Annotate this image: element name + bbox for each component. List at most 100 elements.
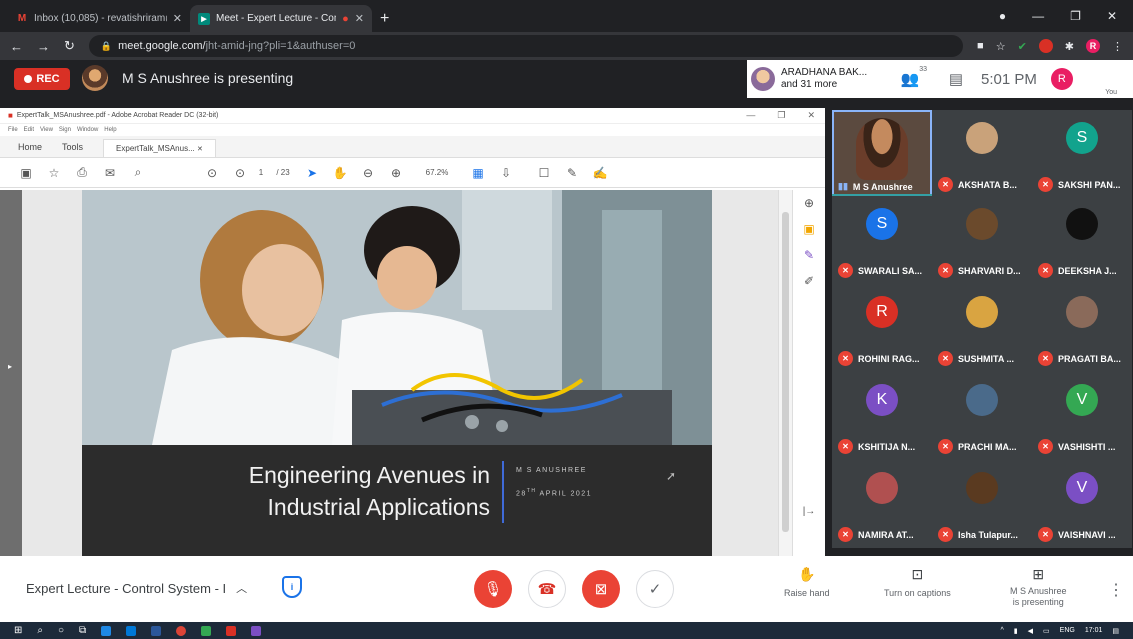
left-panel-toggle[interactable]: ▸ [0,190,22,556]
participant-tile[interactable]: S ✕ SAKSHI PAN... [1032,110,1132,198]
puzzle-icon[interactable]: ✱ [1065,40,1074,53]
notification-icon[interactable]: ▤ [1112,627,1119,635]
profile-dot-icon[interactable]: ● [999,9,1006,23]
tab-gmail[interactable]: M Inbox (10,085) - revatishriram@... ✕ [8,5,190,32]
document-scrollbar[interactable] [778,190,792,556]
participant-tile[interactable]: S ✕ SWARALI SA... [832,196,932,284]
comment-tool-icon[interactable]: ▣ [803,222,814,236]
taskbar-clock[interactable]: 17:01 [1085,627,1103,634]
participant-tile[interactable]: V ✕ VASHISHTI ... [1032,372,1132,460]
scroll-mode-icon[interactable]: ⇩ [492,166,520,180]
tab-meet[interactable]: ▶ Meet - Expert Lecture - Cont... ● ✕ [190,5,372,32]
bookmark-star-icon[interactable]: ☆ [40,166,68,180]
print-icon[interactable]: ⎙ [68,165,96,180]
participant-tile[interactable]: ✕ AKSHATA B... [932,110,1032,198]
self-avatar[interactable]: R [1050,68,1073,90]
minimize-button[interactable]: — [1032,9,1044,23]
menu-help[interactable]: Help [104,127,116,133]
scrollbar-thumb[interactable] [782,212,789,532]
page-up-icon[interactable]: ⊙ [198,166,226,180]
email-icon[interactable]: ✉ [96,166,124,180]
volume-icon[interactable]: ◀ [1028,627,1033,635]
comment-icon[interactable]: ☐ [530,166,558,180]
battery-icon[interactable]: ▭ [1043,627,1050,635]
leave-call-button[interactable]: ☎ [528,570,566,608]
pen-icon[interactable]: ✎ [558,166,586,180]
participant-summary[interactable]: ARADHANA BAK... and 31 more [781,67,873,91]
close-window-button[interactable]: ✕ [807,110,815,121]
app-red-icon[interactable] [226,625,237,636]
participant-tile[interactable]: ✕ Isha Tulapur... [932,460,1032,548]
participant-tile[interactable]: ✕ DEEKSHA J... [1032,196,1132,284]
participant-tile[interactable]: V ✕ VAISHNAVI ... [1032,460,1132,548]
store-icon[interactable] [126,625,137,636]
menu-kebab-icon[interactable]: ⋮ [1112,40,1123,53]
fill-sign-icon[interactable]: ✎ [804,248,814,262]
close-icon[interactable]: ✕ [197,146,203,158]
participant-tile[interactable]: ✕ NAMIRA AT... [832,460,932,548]
create-icon[interactable]: ▣ [12,166,40,180]
windows-start-icon[interactable]: ⊞ [14,625,22,636]
more-options-icon[interactable]: ⋮ [1108,580,1124,600]
menu-view[interactable]: View [40,127,53,133]
captions-button[interactable]: ⊡ Turn on captions [884,566,951,598]
profile-avatar[interactable]: R [1086,39,1100,53]
chevron-up-icon[interactable]: ^ [1001,627,1004,634]
close-icon[interactable]: ✕ [173,12,182,25]
menu-edit[interactable]: Edit [24,127,34,133]
menu-file[interactable]: File [8,127,18,133]
participant-tile[interactable]: ✕ SUSHMITA ... [932,284,1032,372]
maximize-button[interactable]: ❐ [777,110,785,121]
menu-sign[interactable]: Sign [59,127,71,133]
participant-tile[interactable]: R ✕ ROHINI RAG... [832,284,932,372]
zoom-level[interactable]: 67.2% [410,168,464,177]
zoom-out-icon[interactable]: ⊖ [354,166,382,180]
hand-icon[interactable]: ✋ [326,166,354,180]
forward-icon[interactable]: → [37,39,50,54]
reload-icon[interactable]: ↻ [64,38,75,54]
close-window-button[interactable]: ✕ [1107,9,1117,23]
shield-icon[interactable]: i [282,576,302,598]
participant-tile[interactable]: ✕ PRACHI MA... [932,372,1032,460]
tab-document[interactable]: ExpertTalk_MSAnus... ✕ [103,139,216,157]
task-view-icon[interactable]: ⧉ [79,625,86,636]
page-down-icon[interactable]: ⊙ [226,166,254,180]
address-bar[interactable]: 🔒 meet.google.com/jht-amid-jng?pli=1&aut… [88,35,964,57]
cortana-icon[interactable]: ○ [58,625,64,636]
language-indicator[interactable]: ENG [1060,627,1075,634]
select-arrow-icon[interactable]: ➤ [298,166,326,180]
page-current[interactable]: 1 [254,168,268,177]
chrome-icon[interactable] [176,625,187,636]
participant-tile[interactable]: K ✕ KSHITIJA N... [832,372,932,460]
edit-tool-icon[interactable]: ✐ [804,274,814,288]
participant-tile[interactable]: ▮▮ M S Anushree [832,110,932,198]
present-now-button[interactable]: ⊞ M S Anushree is presenting [1010,566,1067,607]
search-icon[interactable]: ⌕ [37,625,43,636]
back-icon[interactable]: ← [10,39,23,54]
camera-off-button[interactable]: ⊠ [582,570,620,608]
check-button[interactable]: ✓ [636,570,674,608]
extension-check-icon[interactable]: ✔ [1018,40,1027,53]
app-purple-icon[interactable] [251,625,262,636]
zoom-tool-icon[interactable]: ⊕ [804,196,814,210]
extension-red-icon[interactable] [1038,39,1053,53]
star-icon[interactable]: ☆ [996,40,1006,53]
close-icon[interactable]: ✕ [355,12,364,25]
chat-button[interactable]: ▤ [941,70,971,88]
tab-home[interactable]: Home [18,142,42,157]
microphone-off-button[interactable]: 🎙 [474,570,512,608]
search-icon[interactable]: ⌕ [124,165,152,180]
fit-page-icon[interactable]: ▦ [464,166,492,180]
sign-icon[interactable]: ✍ [586,166,614,180]
collapse-panel-icon[interactable]: |→ [803,506,816,517]
maximize-button[interactable]: ❐ [1070,9,1081,23]
people-button[interactable]: 👥 33 [895,66,927,88]
camera-icon[interactable]: ■ [977,40,984,52]
minimize-button[interactable]: — [746,110,755,121]
mail-icon[interactable] [151,625,162,636]
app-green-icon[interactable] [201,625,212,636]
participant-tile[interactable]: ✕ SHARVARI D... [932,196,1032,284]
zoom-in-icon[interactable]: ⊕ [382,166,410,180]
menu-window[interactable]: Window [77,127,98,133]
participant-tile[interactable]: ✕ PRAGATI BA... [1032,284,1132,372]
